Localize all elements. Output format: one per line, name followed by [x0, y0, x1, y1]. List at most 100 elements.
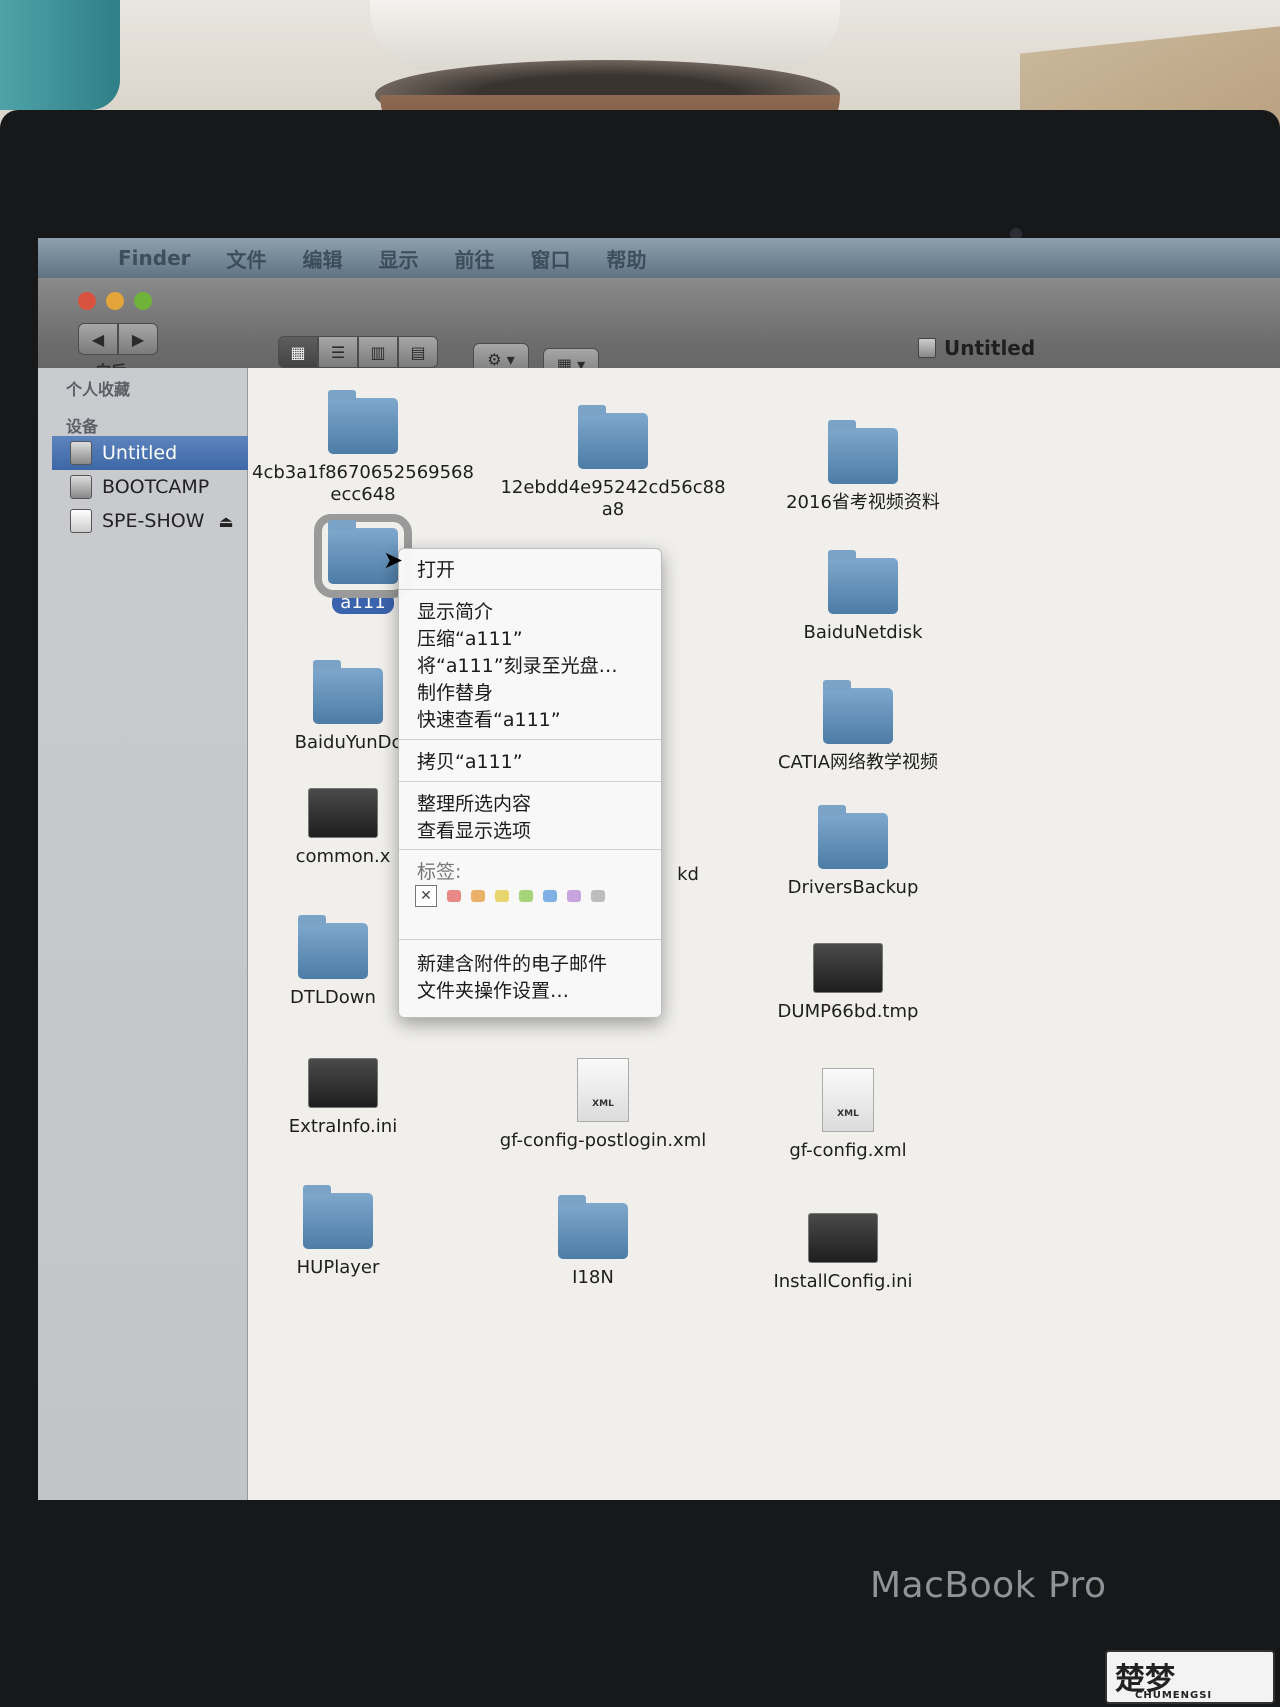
menu-item-new-email[interactable]: 新建含附件的电子邮件: [417, 949, 607, 976]
file-name: 4cb3a1f8670652569568ecc648: [252, 462, 474, 505]
menu-separator: [399, 589, 661, 590]
file-item[interactable]: InstallConfig.ini: [728, 1213, 958, 1293]
folder-icon: [828, 420, 898, 484]
file-item[interactable]: HUPlayer: [223, 1185, 453, 1279]
sidebar-item-untitled[interactable]: Untitled: [52, 436, 248, 470]
tag-blue[interactable]: [543, 890, 557, 902]
watermark-text: CHUMENGSI: [1135, 1690, 1213, 1701]
menu-item-open[interactable]: 打开: [417, 555, 455, 582]
menu-finder[interactable]: Finder: [118, 246, 191, 270]
sidebar-item-label: SPE-SHOW: [102, 510, 205, 532]
coverflow-view-icon: ▤: [410, 342, 426, 362]
menu-item-copy[interactable]: 拷贝“a111”: [417, 747, 523, 774]
file-item[interactable]: XML gf-config-postlogin.xml: [478, 1058, 728, 1152]
file-name: 12ebdd4e95242cd56c88a8: [500, 477, 726, 520]
mouse-pointer-icon: ➤: [383, 546, 404, 574]
menu-help[interactable]: 帮助: [607, 244, 647, 273]
xml-badge: XML: [837, 1109, 859, 1119]
menu-item-view-options[interactable]: 查看显示选项: [417, 816, 531, 843]
folder-icon: [558, 1195, 628, 1259]
zoom-button[interactable]: [134, 292, 152, 310]
file-item[interactable]: 12ebdd4e95242cd56c88a8: [498, 405, 728, 521]
view-mode-group: ▦ ☰ ▥ ▤: [278, 336, 438, 368]
menu-item-quick-look[interactable]: 快速查看“a111”: [417, 705, 561, 732]
menu-item-make-alias[interactable]: 制作替身: [417, 678, 493, 705]
executable-icon: [813, 943, 883, 993]
screen: Finder 文件 编辑 显示 前往 窗口 帮助 ◀ ▶ 向后 ▦ ☰ ▥ ▤ …: [38, 238, 1280, 1500]
file-name: DUMP66bd.tmp: [777, 1001, 919, 1022]
file-item[interactable]: ExtraInfo.ini: [228, 1058, 458, 1138]
folder-icon: [303, 1185, 373, 1249]
file-item[interactable]: DriversBackup: [738, 805, 968, 899]
xml-file-icon: XML: [577, 1058, 629, 1122]
file-item[interactable]: XML gf-config.xml: [733, 1068, 963, 1162]
tag-color-row: ✕: [415, 885, 605, 907]
sidebar-heading-devices[interactable]: 设备: [66, 413, 98, 437]
sidebar-item-spe-show[interactable]: SPE-SHOW ⏏: [52, 504, 248, 538]
forward-button[interactable]: ▶: [118, 323, 158, 355]
menu-item-folder-actions[interactable]: 文件夹操作设置…: [417, 976, 569, 1003]
list-view-icon: ☰: [330, 342, 346, 362]
icon-view-icon: ▦: [290, 342, 306, 362]
menu-file[interactable]: 文件: [227, 244, 267, 273]
tag-green[interactable]: [519, 890, 533, 902]
file-item[interactable]: DUMP66bd.tmp: [733, 943, 963, 1023]
gear-icon: ⚙ ▾: [487, 349, 515, 369]
file-name: DriversBackup: [787, 877, 919, 898]
file-item[interactable]: 2016省考视频资料: [748, 420, 978, 514]
menu-item-get-info[interactable]: 显示简介: [417, 597, 493, 624]
menu-separator: [399, 849, 661, 850]
folder-icon: [298, 915, 368, 979]
back-button[interactable]: ◀: [78, 323, 118, 355]
coverflow-view-button[interactable]: ▤: [398, 336, 438, 368]
menu-item-compress[interactable]: 压缩“a111”: [417, 624, 523, 651]
list-view-button[interactable]: ☰: [318, 336, 358, 368]
menu-go[interactable]: 前往: [455, 244, 495, 273]
external-disk-icon: [70, 509, 92, 533]
icon-view-button[interactable]: ▦: [278, 336, 318, 368]
window-title-text: Untitled: [944, 336, 1036, 360]
remove-tag-icon[interactable]: ✕: [415, 885, 437, 907]
file-item[interactable]: I18N: [478, 1195, 708, 1289]
tag-red[interactable]: [447, 890, 461, 902]
tag-yellow[interactable]: [495, 890, 509, 902]
sidebar: 个人收藏 设备 Untitled BOOTCAMP SPE-SHOW ⏏: [38, 368, 248, 1500]
menu-separator: [399, 781, 661, 782]
tag-gray[interactable]: [591, 890, 605, 902]
tag-orange[interactable]: [471, 890, 485, 902]
file-item[interactable]: CATIA网络教学视频: [743, 680, 973, 774]
folder-icon: [818, 805, 888, 869]
hard-disk-icon: [70, 475, 92, 499]
sidebar-item-label: BOOTCAMP: [102, 476, 210, 498]
column-view-button[interactable]: ▥: [358, 336, 398, 368]
menu-bar: Finder 文件 编辑 显示 前往 窗口 帮助: [38, 238, 1280, 278]
menu-edit[interactable]: 编辑: [303, 244, 343, 273]
file-name: CATIA网络教学视频: [777, 752, 939, 773]
tag-purple[interactable]: [567, 890, 581, 902]
menu-window[interactable]: 窗口: [531, 244, 571, 273]
watermark: 楚梦 CHUMENGSI: [1105, 1650, 1275, 1704]
close-button[interactable]: [78, 292, 96, 310]
file-name: a111: [332, 592, 394, 614]
minimize-button[interactable]: [106, 292, 124, 310]
file-item[interactable]: 4cb3a1f8670652569568ecc648: [248, 390, 478, 506]
back-forward-group: ◀ ▶: [78, 323, 158, 355]
eject-icon[interactable]: ⏏: [218, 512, 233, 531]
menu-separator: [399, 739, 661, 740]
folder-icon: [823, 680, 893, 744]
sidebar-item-label: Untitled: [102, 442, 178, 464]
sidebar-heading-favorites[interactable]: 个人收藏: [66, 376, 130, 400]
chevron-right-icon: ▶: [131, 329, 145, 349]
column-view-icon: ▥: [370, 342, 386, 362]
file-name: 2016省考视频资料: [786, 492, 940, 513]
hard-disk-icon: [70, 441, 92, 465]
file-item[interactable]: BaiduNetdisk: [748, 550, 978, 644]
menu-view[interactable]: 显示: [379, 244, 419, 273]
file-name: ExtraInfo.ini: [288, 1116, 398, 1137]
executable-icon: [308, 1058, 378, 1108]
sidebar-item-bootcamp[interactable]: BOOTCAMP: [52, 470, 248, 504]
menu-item-burn[interactable]: 将“a111”刻录至光盘…: [417, 651, 618, 678]
file-name: gf-config.xml: [789, 1140, 907, 1161]
context-menu: 打开 显示简介 压缩“a111” 将“a111”刻录至光盘… 制作替身 快速查看…: [398, 548, 662, 1018]
menu-item-clean-up[interactable]: 整理所选内容: [417, 789, 531, 816]
